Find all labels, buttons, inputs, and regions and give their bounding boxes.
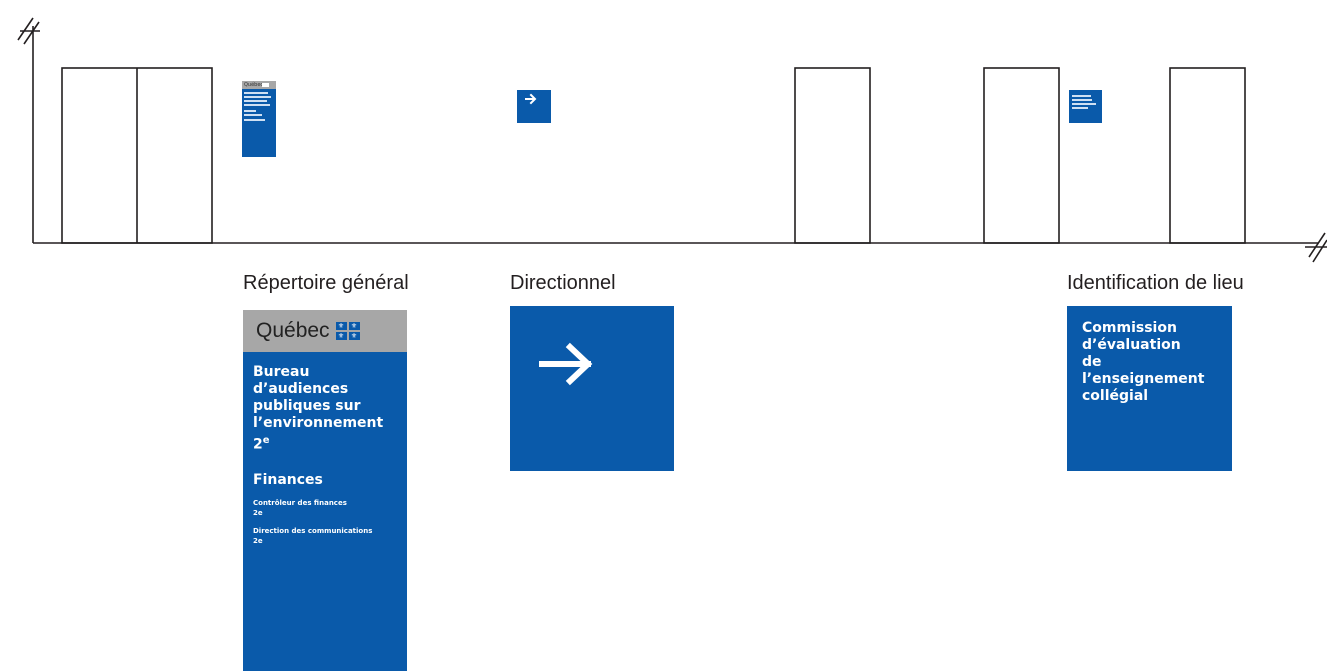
- directory-entry-name: Contrôleur des finances: [253, 498, 347, 507]
- directory-entry: Direction des communications 2e: [253, 526, 397, 546]
- door-3: [983, 67, 1060, 244]
- mini-arrow-right-icon: [525, 93, 537, 105]
- place-sign-text: Commission d’évaluation de l’enseignemen…: [1082, 320, 1205, 404]
- mini-place-text-lines: [1069, 90, 1102, 109]
- directional-sign: [510, 306, 674, 471]
- directory-entry-floor: 2e: [253, 508, 263, 517]
- directory-sign-body: Bureau d’audiences publiques sur l’envir…: [243, 352, 407, 546]
- label-directory: Répertoire général: [243, 272, 409, 294]
- break-mark-top: [17, 17, 40, 45]
- directory-entry: Contrôleur des finances 2e: [253, 498, 397, 518]
- mini-directory-sign: Québec: [242, 81, 276, 157]
- quebec-wordmark: Québec: [256, 319, 330, 342]
- mini-directory-brand: Québec: [244, 82, 264, 88]
- directory-entry-name: Direction des communications: [253, 526, 373, 535]
- label-place: Identification de lieu: [1067, 272, 1244, 294]
- quebec-flag-icon: ⚜ ⚜ ⚜ ⚜: [335, 322, 360, 340]
- mini-directional-sign: [517, 90, 551, 123]
- directory-organization: Bureau d’audiences publiques sur l’envir…: [253, 364, 384, 453]
- directory-sign-header: Québec ⚜ ⚜ ⚜ ⚜: [243, 310, 407, 352]
- mini-directory-header: Québec: [242, 81, 276, 89]
- door-4: [1169, 67, 1246, 244]
- mini-place-sign: [1069, 90, 1102, 123]
- arrow-right-icon: [539, 342, 593, 386]
- label-directional: Directionnel: [510, 272, 616, 294]
- mini-directory-text-lines: [242, 89, 276, 121]
- place-identification-sign: Commission d’évaluation de l’enseignemen…: [1067, 306, 1232, 471]
- directory-section-title: Finances: [253, 471, 323, 488]
- directory-sign: Québec ⚜ ⚜ ⚜ ⚜ Bureau d’audiences publiq…: [243, 310, 407, 671]
- mini-flag-icon: [262, 83, 269, 87]
- door-2: [794, 67, 871, 244]
- break-mark-right: [1305, 232, 1327, 263]
- directory-entry-floor: 2e: [253, 536, 263, 545]
